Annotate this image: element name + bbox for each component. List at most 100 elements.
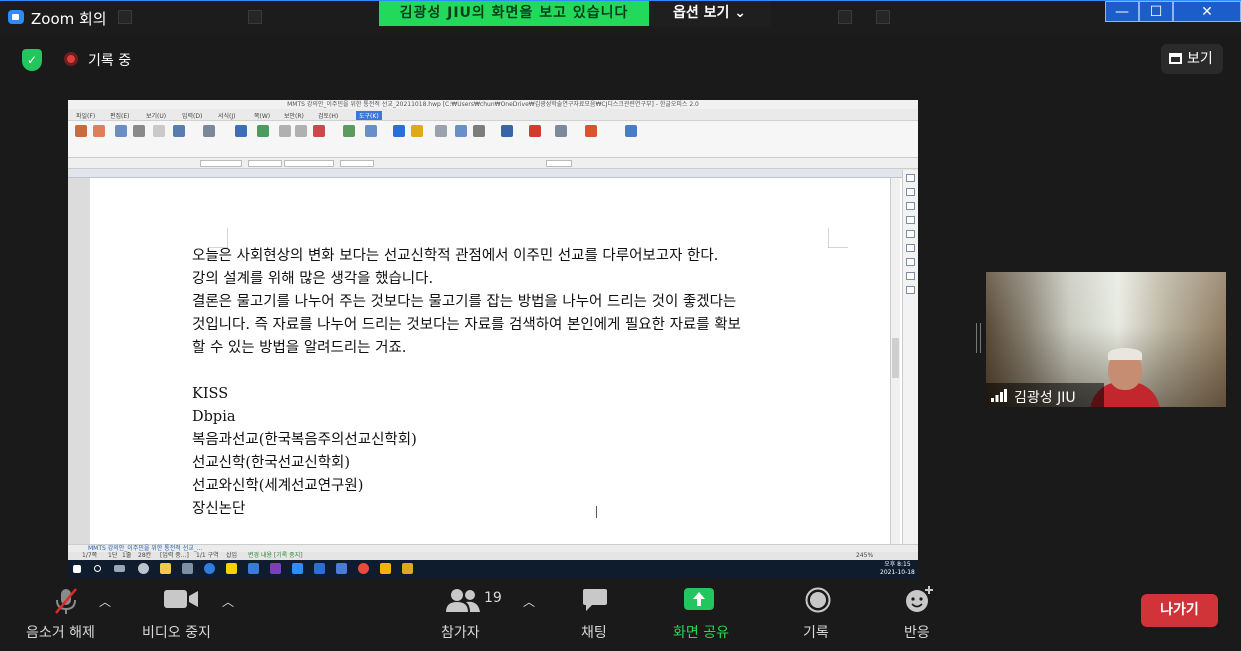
background-window-icon [248,10,262,24]
record-label: 기록 [803,625,829,641]
text-cursor [596,506,597,518]
document-paragraph: 것입니다. 즉 자료를 나누어 드리는 것보다는 자료를 검색하여 본인에게 필… [192,317,741,333]
windows-taskbar: 오후 8:15 2021-10-18 [68,560,918,578]
tool-icon [585,125,597,137]
hwp-tool [88,124,110,155]
panel-resize-handle[interactable] [976,323,981,353]
zoom-logo-icon [8,10,24,24]
maximize-button[interactable]: ☐ [1139,1,1173,22]
hwp-menu-item: 보안(R) [284,113,304,120]
settings-icon [138,563,149,574]
title-bar: Zoom 회의 김광성 JIU의 화면을 보고 있습니다 옵션 보기 ⌄ — ☐… [0,0,1241,33]
status-column: 1단 [108,552,118,559]
side-tool-icon [906,230,915,238]
hwp-menu-bar: 파일(F) 편집(E) 보기(U) 입력(D) 서식(J) 쪽(W) 보안(R)… [68,109,918,121]
tool-icon [393,125,405,137]
hwp-tool [168,124,190,155]
share-screen-label: 화면 공유 [673,625,729,641]
hwp-status-bar: 1/7쪽 1단 1줄 28칸 [입력 중...] 1/1 구역 삽입 변경 내용… [68,552,918,560]
tool-icon [435,125,447,137]
onenote-icon [270,563,281,574]
hwp-tool [524,124,546,155]
hwp-tool [338,124,360,155]
hwp-tool [580,124,602,155]
record-button[interactable]: 기록 [798,578,838,651]
participants-options-chevron-icon[interactable]: ︿ [523,593,535,610]
security-shield-icon[interactable]: ✓ [22,49,42,71]
side-tool-icon [906,174,915,182]
window-controls: — ☐ ✕ [1105,1,1241,22]
sticky-notes-icon [380,563,391,574]
status-track-changes: 변경 내용 [기록 중지] [248,552,303,559]
tool-icon [203,125,215,137]
share-screen-button[interactable]: 화면 공유 [670,578,742,651]
participants-label: 참가자 [441,625,480,641]
task-view-icon [114,565,125,572]
kakaotalk-icon [226,563,237,574]
hwp-ruler [68,169,918,178]
status-line: 1줄 [122,552,132,559]
file-explorer-icon [160,563,171,574]
hwp-ribbon [68,121,918,158]
tool-icon [75,125,87,137]
side-tool-icon [906,272,915,280]
clock-date: 2021-10-18 [880,569,915,576]
microphone-muted-icon [55,588,77,614]
search-icon [94,565,101,572]
hwp-tool [360,124,382,155]
tool-icon [295,125,307,137]
hwp-document-tabs: MMTS 강의안_이주민을 위한 통전적 선교_... [68,544,918,552]
reactions-button[interactable]: 반응 [898,578,942,651]
tool-icon [173,125,185,137]
status-section: 1/1 구역 [196,552,219,559]
background-window-icon [876,10,890,24]
participants-button[interactable]: 19 참가자 [438,578,508,651]
status-mode: [입력 중...] [160,552,189,559]
taskbar-clock: 오후 8:15 2021-10-18 [880,561,915,577]
hwp-menu-item: 검토(H) [318,113,339,120]
document-scrollbar [890,178,900,544]
audio-options-chevron-icon[interactable]: ︿ [99,593,111,610]
unmute-button[interactable]: 음소거 해제 [20,578,115,651]
hwp-tool [406,124,428,155]
document-tab: MMTS 강의안_이주민을 위한 통전적 선교_... [88,545,203,552]
participant-name: 김광성 JIU [1014,390,1076,406]
tool-icon [529,125,541,137]
hwp-tool [308,124,330,155]
app-icon [336,563,347,574]
participant-video-tile[interactable]: 김광성 JIU [986,272,1226,407]
stop-video-label: 비디오 중지 [142,625,211,641]
chat-label: 채팅 [581,625,607,641]
screen-share-banner: 김광성 JIU의 화면을 보고 있습니다 [379,1,649,26]
tool-icon [133,125,145,137]
font-lang-select [248,160,282,167]
stop-video-button[interactable]: 비디오 중지 [140,578,230,651]
hwp-tool [496,124,518,155]
view-button[interactable]: 보기 [1161,44,1223,74]
tool-icon [555,125,567,137]
font-select [284,160,334,167]
chat-bubble-icon [583,589,607,611]
chrome-icon [358,563,369,574]
document-list-item: 선교와신학(세계선교연구원) [192,478,364,494]
minimize-button[interactable]: — [1105,1,1139,22]
view-options-button[interactable]: 옵션 보기 ⌄ [649,1,770,26]
video-camera-icon [164,590,198,608]
app-icon [402,563,413,574]
close-button[interactable]: ✕ [1173,1,1241,22]
hwp-format-bar [68,158,918,169]
edge-icon [204,563,215,574]
chat-button[interactable]: 채팅 [572,578,622,651]
shared-screen: MMTS 강의안_이주민을 위한 통전적 선교_20211018.hwp [C:… [68,100,918,578]
participants-count: 19 [484,590,502,606]
tool-icon [235,125,247,137]
recording-dot-icon [64,52,78,66]
side-tool-icon [906,244,915,252]
document-paragraph: 오늘은 사회현상의 변화 보다는 선교신학적 관점에서 이주민 선교를 다루어보… [192,248,719,264]
hwp-menu-item: 서식(J) [218,113,236,120]
leave-meeting-button[interactable]: 나가기 [1141,594,1218,627]
background-window-icon [838,10,852,24]
video-options-chevron-icon[interactable]: ︿ [222,593,234,610]
recording-label: 기록 중 [88,53,132,69]
side-tool-icon [906,202,915,210]
